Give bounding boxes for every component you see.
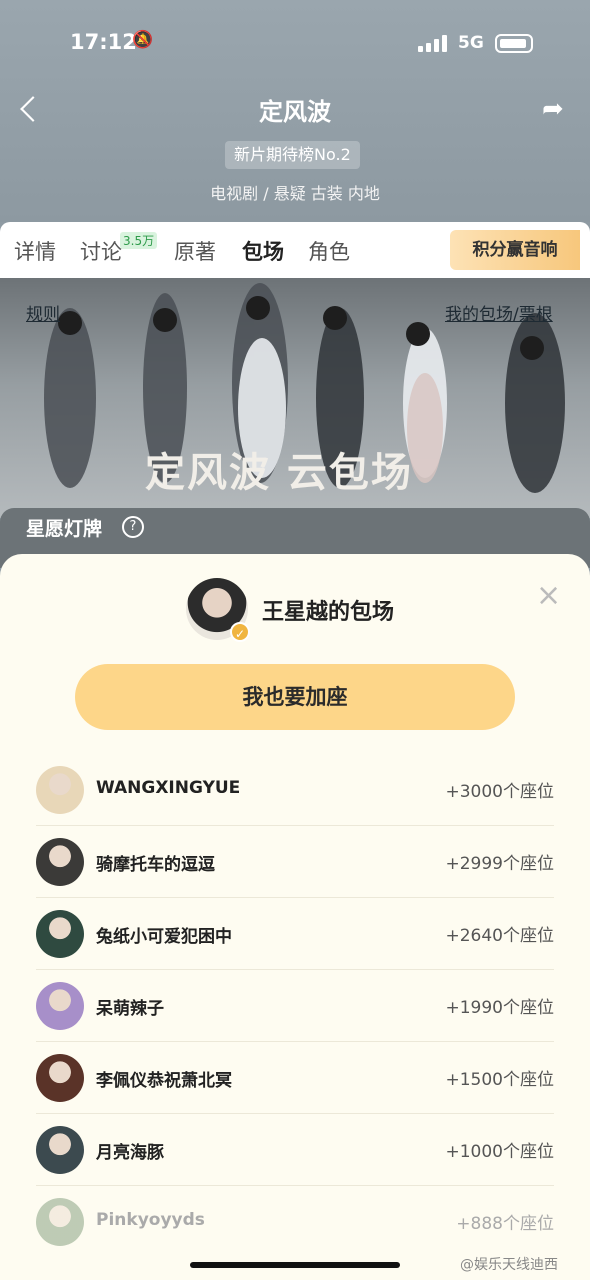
status-time: 17:12	[70, 30, 137, 54]
avatar	[36, 982, 84, 1030]
star-lamp-title: 星愿灯牌	[26, 518, 103, 540]
list-item[interactable]: 月亮海豚 +1000个座位	[36, 1114, 554, 1186]
user-name: Pinkyoyyds	[96, 1210, 205, 1230]
avatar	[36, 1126, 84, 1174]
help-icon[interactable]: ?	[122, 516, 144, 538]
user-name: 骑摩托车的逗逗	[96, 855, 215, 875]
close-icon[interactable]: ×	[536, 578, 561, 613]
list-item[interactable]: Pinkyoyyds +888个座位	[36, 1186, 554, 1258]
tab-details[interactable]: 详情	[14, 236, 56, 266]
battery-icon	[495, 34, 533, 53]
page-title: 定风波	[259, 98, 331, 126]
rank-badge[interactable]: 新片期待榜No.2	[225, 141, 360, 169]
movie-header: 17:12 🔕 5G 定风波 ➦ 新片期待榜No.2 电视剧 / 悬疑 古装 内…	[0, 0, 590, 222]
banner-logo: 定风波 云包场	[145, 449, 413, 496]
seat-count: +888个座位	[456, 1214, 554, 1234]
list-item[interactable]: WANGXINGYUE +3000个座位	[36, 754, 554, 826]
host-title: 王星越的包场	[262, 600, 395, 625]
seat-count: +2999个座位	[445, 854, 554, 874]
avatar	[36, 766, 84, 814]
share-icon[interactable]: ➦	[542, 94, 564, 124]
avatar	[36, 1054, 84, 1102]
genre-meta: 电视剧 / 悬疑 古装 内地	[210, 184, 380, 203]
signal-icon	[418, 34, 447, 52]
user-name: 月亮海豚	[96, 1143, 164, 1163]
user-name: WANGXINGYUE	[96, 778, 241, 798]
user-name: 呆萌辣子	[96, 999, 164, 1019]
cloud-booking-banner: 规则 我的包场/票根 定风波 云包场	[0, 278, 590, 518]
network-type: 5G	[458, 33, 484, 53]
home-indicator[interactable]	[190, 1262, 400, 1268]
user-name: 兔纸小可爱犯困中	[96, 927, 232, 947]
tab-original-novel[interactable]: 原著	[174, 236, 216, 266]
avatar	[36, 1198, 84, 1246]
list-item[interactable]: 兔纸小可爱犯困中 +2640个座位	[36, 898, 554, 970]
list-item[interactable]: 骑摩托车的逗逗 +2999个座位	[36, 826, 554, 898]
seat-count: +1990个座位	[445, 998, 554, 1018]
seat-count: +1000个座位	[445, 1142, 554, 1162]
points-promo-button[interactable]: 积分赢音响	[450, 230, 580, 270]
watermark: @娱乐天线迪西	[460, 1257, 558, 1273]
tab-characters[interactable]: 角色	[308, 236, 350, 266]
tab-booking[interactable]: 包场	[242, 236, 284, 266]
user-name: 李佩仪恭祝萧北冥	[96, 1071, 232, 1091]
discussion-count-badge: 3.5万	[120, 232, 158, 249]
list-item[interactable]: 李佩仪恭祝萧北冥 +1500个座位	[36, 1042, 554, 1114]
avatar	[36, 910, 84, 958]
avatar	[36, 838, 84, 886]
list-item[interactable]: 呆萌辣子 +1990个座位	[36, 970, 554, 1042]
tab-discussion[interactable]: 讨论	[80, 236, 122, 266]
rules-link[interactable]: 规则	[26, 300, 60, 325]
seat-count: +1500个座位	[445, 1070, 554, 1090]
seat-count: +3000个座位	[445, 782, 554, 802]
seat-count: +2640个座位	[445, 926, 554, 946]
mute-bell-icon: 🔕	[132, 30, 154, 50]
join-seat-button[interactable]: 我也要加座	[75, 664, 515, 730]
my-booking-link[interactable]: 我的包场/票根	[445, 300, 553, 325]
verified-check-icon: ✓	[230, 622, 250, 642]
